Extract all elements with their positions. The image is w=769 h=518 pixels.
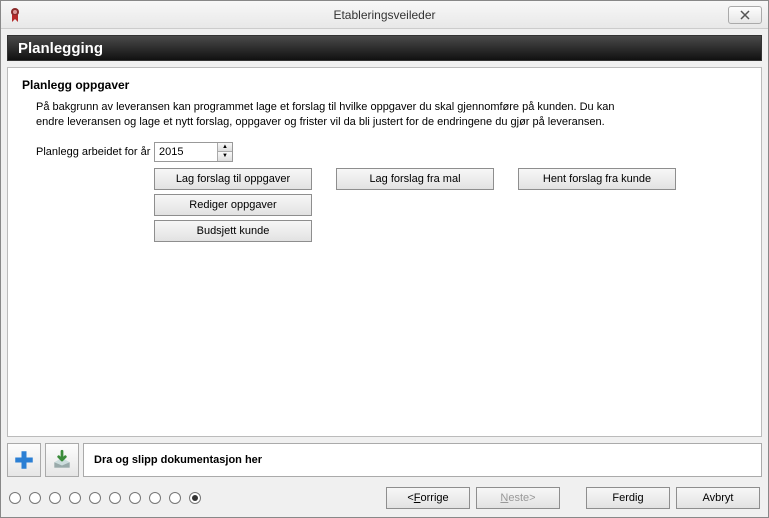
step-indicator-3[interactable] — [49, 492, 61, 504]
prev-rest: orrige — [421, 492, 449, 504]
year-label: Planlegg arbeidet for år — [36, 146, 154, 158]
step-indicator-9[interactable] — [169, 492, 181, 504]
drop-row: Dra og slipp dokumentasjon her — [1, 443, 768, 481]
step-indicator-4[interactable] — [69, 492, 81, 504]
section-header: Planlegging — [7, 35, 762, 61]
bottom-row: < Forrige Neste > Ferdig Avbryt — [1, 481, 768, 517]
next-button[interactable]: Neste > — [476, 487, 560, 509]
step-indicator-2[interactable] — [29, 492, 41, 504]
lag-forslag-oppgaver-button[interactable]: Lag forslag til oppgaver — [154, 168, 312, 190]
next-rest: este — [508, 492, 529, 504]
spinner-buttons: ▲ ▼ — [217, 143, 232, 161]
prev-button[interactable]: < Forrige — [386, 487, 470, 509]
drop-zone[interactable]: Dra og slipp dokumentasjon her — [83, 443, 762, 477]
content-panel: Planlegg oppgaver På bakgrunn av leveran… — [7, 67, 762, 437]
content-outer: Planlegg oppgaver På bakgrunn av leveran… — [1, 61, 768, 443]
import-button[interactable] — [45, 443, 79, 477]
year-up-button[interactable]: ▲ — [218, 143, 232, 153]
titlebar: Etableringsveileder — [1, 1, 768, 29]
panel-title: Planlegg oppgaver — [22, 78, 747, 92]
lag-forslag-mal-button[interactable]: Lag forslag fra mal — [336, 168, 494, 190]
year-down-button[interactable]: ▼ — [218, 152, 232, 161]
panel-description: På bakgrunn av leveransen kan programmet… — [36, 100, 616, 130]
app-icon — [7, 7, 23, 23]
year-spinner: ▲ ▼ — [154, 142, 233, 162]
nav-buttons: < Forrige Neste > Ferdig Avbryt — [386, 487, 760, 509]
drop-zone-text: Dra og slipp dokumentasjon her — [94, 454, 262, 466]
rediger-oppgaver-button[interactable]: Rediger oppgaver — [154, 194, 312, 216]
step-indicator-5[interactable] — [89, 492, 101, 504]
window-title: Etableringsveileder — [333, 8, 435, 22]
hent-forslag-kunde-button[interactable]: Hent forslag fra kunde — [518, 168, 676, 190]
step-indicator-7[interactable] — [129, 492, 141, 504]
step-indicator-10[interactable] — [189, 492, 201, 504]
section-title: Planlegging — [18, 40, 103, 57]
add-button[interactable] — [7, 443, 41, 477]
close-button[interactable] — [728, 6, 762, 24]
budsjett-kunde-button[interactable]: Budsjett kunde — [154, 220, 312, 242]
step-indicator-6[interactable] — [109, 492, 121, 504]
cancel-button[interactable]: Avbryt — [676, 487, 760, 509]
year-input[interactable] — [155, 143, 217, 161]
wizard-window: Etableringsveileder Planlegging Planlegg… — [0, 0, 769, 518]
action-buttons: Lag forslag til oppgaver Lag forslag fra… — [154, 168, 747, 242]
step-indicator-1[interactable] — [9, 492, 21, 504]
finish-button[interactable]: Ferdig — [586, 487, 670, 509]
step-indicators — [9, 492, 201, 504]
year-row: Planlegg arbeidet for år ▲ ▼ — [36, 142, 747, 162]
step-indicator-8[interactable] — [149, 492, 161, 504]
